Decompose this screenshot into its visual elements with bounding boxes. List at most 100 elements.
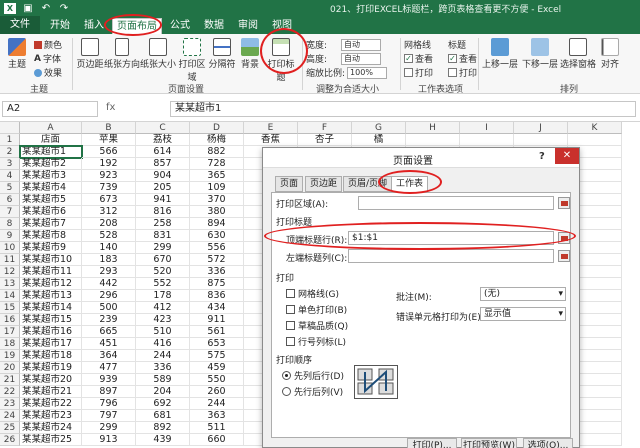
- data-cell[interactable]: 某某超市9: [20, 242, 82, 254]
- data-cell[interactable]: 728: [190, 158, 244, 170]
- data-cell[interactable]: 299: [136, 242, 190, 254]
- column-header-i[interactable]: I: [460, 122, 514, 134]
- data-cell[interactable]: 某某超市4: [20, 182, 82, 194]
- column-header-a[interactable]: A: [20, 122, 82, 134]
- tab-page[interactable]: 页面: [275, 176, 304, 192]
- data-cell[interactable]: 某某超市14: [20, 302, 82, 314]
- size-button[interactable]: 纸张大小: [140, 38, 176, 70]
- name-box[interactable]: A2: [2, 101, 98, 117]
- rows-repeat-collapse-icon[interactable]: [558, 232, 570, 244]
- row-header[interactable]: 13: [0, 278, 20, 290]
- data-cell[interactable]: 某某超市23: [20, 410, 82, 422]
- data-cell[interactable]: 681: [136, 410, 190, 422]
- column-header-e[interactable]: E: [244, 122, 298, 134]
- data-cell[interactable]: 412: [136, 302, 190, 314]
- column-header-d[interactable]: D: [190, 122, 244, 134]
- bring-forward-button[interactable]: 上移一层: [480, 38, 520, 70]
- data-cell[interactable]: 589: [136, 374, 190, 386]
- data-cell[interactable]: 某某超市5: [20, 194, 82, 206]
- row-header[interactable]: 22: [0, 386, 20, 398]
- data-cell[interactable]: 239: [82, 314, 136, 326]
- theme-effects-button[interactable]: 效果: [34, 66, 62, 79]
- data-cell[interactable]: 423: [136, 314, 190, 326]
- orientation-button[interactable]: 纸张方向: [104, 38, 140, 70]
- row-header[interactable]: 19: [0, 350, 20, 362]
- data-cell[interactable]: 510: [136, 326, 190, 338]
- print-titles-button[interactable]: 打印标题: [264, 38, 298, 83]
- data-cell[interactable]: 183: [82, 254, 136, 266]
- gridlines-print-checkbox[interactable]: 打印: [404, 66, 433, 79]
- data-cell[interactable]: 244: [190, 398, 244, 410]
- data-cell[interactable]: 614: [136, 146, 190, 158]
- over-then-down-radio[interactable]: 先行后列(V): [282, 385, 343, 398]
- data-cell[interactable]: 897: [82, 386, 136, 398]
- tab-view[interactable]: 视图: [268, 18, 296, 34]
- data-cell[interactable]: 某某超市18: [20, 350, 82, 362]
- data-cell[interactable]: 904: [136, 170, 190, 182]
- row-header[interactable]: 21: [0, 374, 20, 386]
- close-icon[interactable]: ✕: [555, 148, 579, 164]
- data-cell[interactable]: 某某超市19: [20, 362, 82, 374]
- data-cell[interactable]: 296: [82, 290, 136, 302]
- row-header[interactable]: 7: [0, 206, 20, 218]
- data-cell[interactable]: 630: [190, 230, 244, 242]
- data-cell[interactable]: 459: [190, 362, 244, 374]
- data-cell[interactable]: 416: [136, 338, 190, 350]
- data-cell[interactable]: 739: [82, 182, 136, 194]
- row-header[interactable]: 17: [0, 326, 20, 338]
- column-header-k[interactable]: K: [568, 122, 622, 134]
- row-header[interactable]: 26: [0, 434, 20, 446]
- cols-repeat-input[interactable]: [348, 249, 554, 263]
- column-header-f[interactable]: F: [298, 122, 352, 134]
- header-cell[interactable]: [460, 134, 514, 146]
- header-cell[interactable]: 荔枝: [136, 134, 190, 146]
- row-header[interactable]: 4: [0, 170, 20, 182]
- tab-home[interactable]: 开始: [46, 18, 74, 34]
- row-header[interactable]: 8: [0, 218, 20, 230]
- data-cell[interactable]: 882: [190, 146, 244, 158]
- column-header-c[interactable]: C: [136, 122, 190, 134]
- row-header[interactable]: 6: [0, 194, 20, 206]
- row-header[interactable]: 25: [0, 422, 20, 434]
- data-cell[interactable]: 836: [190, 290, 244, 302]
- print-area-input[interactable]: [358, 196, 554, 210]
- row-header[interactable]: 5: [0, 182, 20, 194]
- data-cell[interactable]: 561: [190, 326, 244, 338]
- options-button[interactable]: 选项(O)...: [523, 438, 573, 448]
- data-cell[interactable]: 某某超市1: [19, 145, 83, 159]
- redo-icon[interactable]: ↷: [58, 3, 70, 14]
- data-cell[interactable]: 875: [190, 278, 244, 290]
- data-cell[interactable]: 140: [82, 242, 136, 254]
- header-cell[interactable]: 橘: [352, 134, 406, 146]
- column-header-g[interactable]: G: [352, 122, 406, 134]
- draft-quality-checkbox[interactable]: 草稿品质(Q): [286, 319, 348, 332]
- data-cell[interactable]: 939: [82, 374, 136, 386]
- down-then-over-radio[interactable]: 先列后行(D): [282, 369, 344, 382]
- data-cell[interactable]: 442: [82, 278, 136, 290]
- data-cell[interactable]: 894: [190, 218, 244, 230]
- data-cell[interactable]: 244: [136, 350, 190, 362]
- data-cell[interactable]: 某某超市8: [20, 230, 82, 242]
- data-cell[interactable]: 923: [82, 170, 136, 182]
- save-icon[interactable]: ▣: [22, 3, 34, 14]
- scale-spinner[interactable]: 100%: [347, 66, 388, 79]
- headings-view-checkbox[interactable]: 查看: [448, 52, 477, 65]
- data-cell[interactable]: 某某超市7: [20, 218, 82, 230]
- data-cell[interactable]: 566: [82, 146, 136, 158]
- data-cell[interactable]: 某某超市16: [20, 326, 82, 338]
- row-header[interactable]: 2: [0, 146, 20, 158]
- data-cell[interactable]: 293: [82, 266, 136, 278]
- data-cell[interactable]: 941: [136, 194, 190, 206]
- data-cell[interactable]: 660: [190, 434, 244, 446]
- data-cell[interactable]: 477: [82, 362, 136, 374]
- black-white-checkbox[interactable]: 单色打印(B): [286, 303, 347, 316]
- row-header[interactable]: 11: [0, 254, 20, 266]
- data-cell[interactable]: 673: [82, 194, 136, 206]
- data-cell[interactable]: 178: [136, 290, 190, 302]
- data-cell[interactable]: 797: [82, 410, 136, 422]
- tab-insert[interactable]: 插入: [80, 18, 108, 34]
- theme-fonts-button[interactable]: A 字体: [34, 52, 61, 66]
- data-cell[interactable]: 某某超市24: [20, 422, 82, 434]
- tab-page-layout[interactable]: 页面布局: [112, 18, 162, 34]
- rows-repeat-input[interactable]: $1:$1: [348, 231, 554, 245]
